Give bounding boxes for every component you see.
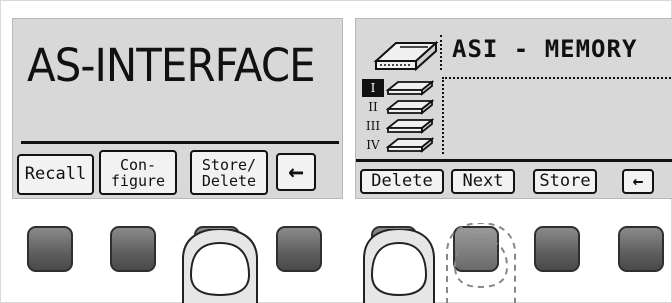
memory-card-icon (386, 137, 434, 153)
store-delete-softkey[interactable]: Store/ Delete (190, 150, 268, 195)
configure-softkey[interactable]: Con- figure (99, 150, 177, 195)
device-key-1[interactable] (27, 226, 73, 272)
finger-press-icon (182, 229, 258, 303)
slot-number: I (362, 79, 384, 97)
divider-line (21, 141, 339, 144)
configure-label-line2: figure (110, 171, 166, 190)
memory-slot-1[interactable]: I (362, 79, 442, 97)
delete-softkey[interactable]: Delete (360, 169, 444, 194)
divider-line (356, 159, 672, 162)
memory-slot-4[interactable]: IV (362, 136, 442, 154)
memory-slot-3[interactable]: III (362, 117, 442, 135)
slot-number: II (368, 100, 378, 114)
store-softkey[interactable]: Store (533, 169, 597, 194)
delete-label: Delete (371, 171, 433, 191)
screen-title: ASI - MEMORY (452, 35, 638, 63)
finger-press-icon (446, 223, 516, 303)
memory-card-icon (386, 118, 434, 134)
recall-label: Recall (24, 164, 87, 184)
recall-softkey[interactable]: Recall (17, 154, 94, 195)
next-softkey[interactable]: Next (451, 169, 515, 194)
illustration-frame: AS-INTERFACE Recall Con- figure Store/ D… (0, 0, 672, 303)
lcd-screen-asi-memory: ASI - MEMORY I II III IV Delete Next Sto… (355, 18, 672, 199)
back-softkey[interactable]: ← (622, 169, 654, 194)
store-label: Store (539, 171, 591, 191)
slot-number: IV (366, 138, 380, 152)
store-delete-label-line1: Store/ (201, 155, 257, 174)
back-arrow-icon: ← (632, 170, 644, 192)
memory-card-icon (386, 80, 434, 96)
lcd-screen-as-interface: AS-INTERFACE Recall Con- figure Store/ D… (12, 18, 343, 199)
back-arrow-icon: ← (288, 157, 304, 187)
device-key-8[interactable] (618, 226, 664, 272)
store-delete-label-line2: Delete (201, 171, 257, 190)
next-label: Next (462, 171, 504, 191)
title-separator (440, 35, 442, 70)
device-key-4[interactable] (276, 226, 322, 272)
dotted-border-left (442, 77, 444, 154)
back-softkey[interactable]: ← (276, 153, 316, 191)
device-key-7[interactable] (534, 226, 580, 272)
screen-title: AS-INTERFACE (27, 39, 316, 92)
memory-card-icon (386, 99, 434, 115)
memory-slot-2[interactable]: II (362, 98, 442, 116)
configure-label-line1: Con- (119, 155, 157, 174)
dotted-border-top (442, 77, 672, 79)
slot-number: III (365, 119, 381, 133)
finger-press-icon (363, 229, 435, 303)
device-key-2[interactable] (110, 226, 156, 272)
memory-card-icon (373, 40, 439, 72)
